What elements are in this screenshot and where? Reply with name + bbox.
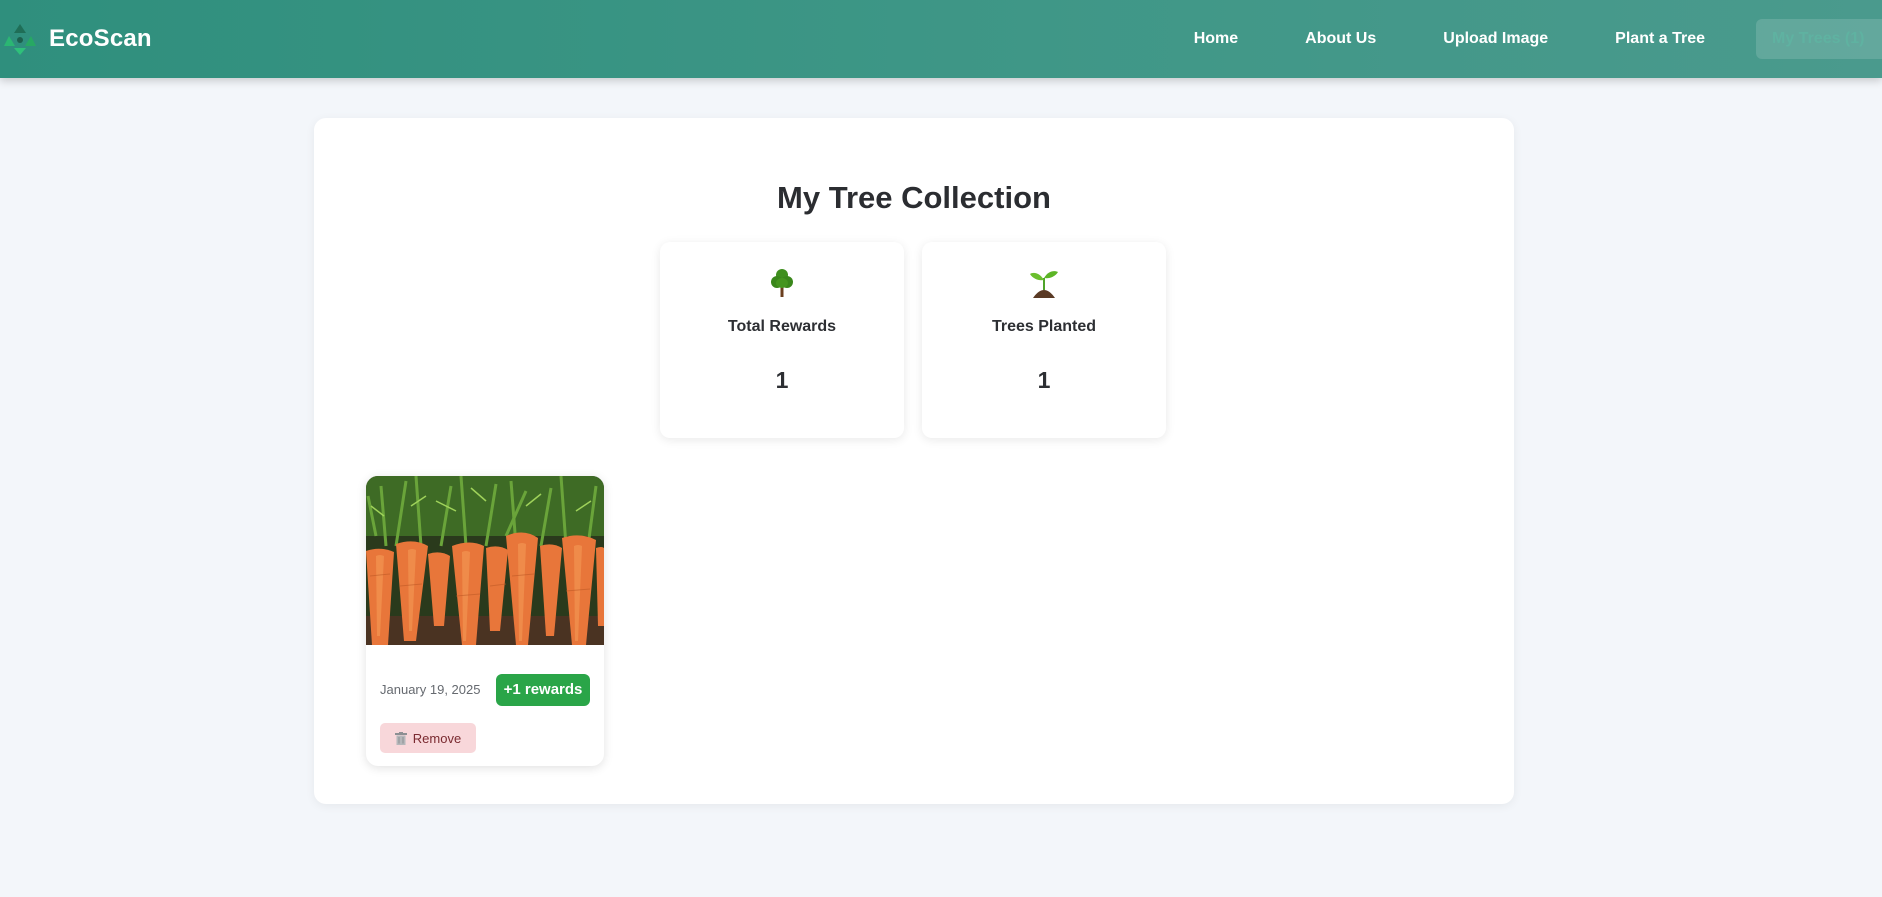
nav-my-trees[interactable]: My Trees (1) bbox=[1756, 19, 1882, 59]
tree-date: January 19, 2025 bbox=[380, 682, 481, 697]
remove-button-label: Remove bbox=[412, 730, 462, 746]
page-title: My Tree Collection bbox=[777, 180, 1051, 215]
stat-label-total-rewards: Total Rewards bbox=[727, 318, 837, 335]
seedling-icon bbox=[1030, 271, 1058, 298]
recycle-icon bbox=[4, 24, 36, 55]
trash-icon bbox=[394, 731, 407, 745]
total-rewards-card: Total Rewards 1 bbox=[660, 242, 904, 438]
stat-value-trees-planted: 1 bbox=[1037, 367, 1051, 393]
brand[interactable]: EcoScan bbox=[3, 14, 152, 64]
tree-icon bbox=[771, 269, 793, 297]
brand-name: EcoScan bbox=[49, 25, 152, 52]
tree-card: January 19, 2025 +1 rewards Remove bbox=[366, 476, 604, 766]
carrots-photo bbox=[366, 476, 604, 645]
stat-label-trees-planted: Trees Planted bbox=[991, 318, 1097, 335]
tree-collection-panel: My Tree Collection Total Rewards 1 Trees… bbox=[314, 118, 1514, 804]
nav-about-us[interactable]: About Us bbox=[1289, 20, 1392, 58]
top-navbar: EcoScan Home About Us Upload Image Plant… bbox=[0, 0, 1882, 78]
nav-links: Home About Us Upload Image Plant a Tree … bbox=[1143, 0, 1882, 78]
trees-planted-card: Trees Planted 1 bbox=[922, 242, 1166, 438]
nav-upload-image[interactable]: Upload Image bbox=[1427, 20, 1564, 58]
nav-plant-a-tree[interactable]: Plant a Tree bbox=[1599, 20, 1721, 58]
remove-button[interactable]: Remove bbox=[380, 723, 476, 753]
stat-value-total-rewards: 1 bbox=[775, 367, 789, 393]
reward-badge: +1 rewards bbox=[496, 674, 590, 706]
nav-home[interactable]: Home bbox=[1178, 20, 1254, 58]
